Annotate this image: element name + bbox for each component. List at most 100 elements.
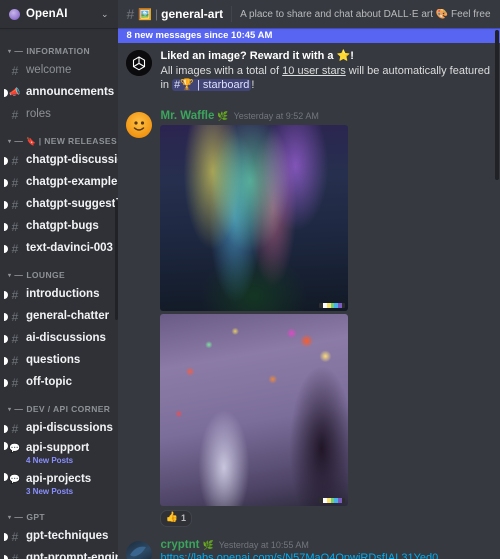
sidebar-item-gpt-techniques[interactable]: # gpt-techniques [4,526,114,547]
channel-text: gpt-prompt-engineering [26,552,118,559]
sidebar-item-general-chatter[interactable]: # general-chatter [4,306,114,327]
sidebar-item-label: general-chatter [26,309,110,322]
channel-header: # 🖼️ | general-art A place to share and … [118,0,500,28]
category-dash: — [14,46,24,56]
hash-thread-icon: # [11,219,19,234]
message-scrollbar[interactable] [495,30,499,180]
sidebar-item-chatgpt-discussions[interactable]: # chatgpt-discussions [4,150,118,171]
sidebar-item-api-discussions[interactable]: # api-discussions [4,418,114,439]
thumbs-up-icon: 👍 [165,512,178,524]
new-posts-badge: 4 New Posts [26,456,74,466]
channel-topic[interactable]: A place to share and chat about DALL·E a… [240,9,492,20]
server-name: OpenAI [26,8,68,20]
channel-name-pipe: | [154,7,159,21]
sidebar-item-text-davinci-003[interactable]: # text-davinci-003 [4,238,114,259]
hash-thread-icon: # [11,153,19,168]
message-header: cryptnt 🌿 Yesterday at 10:55 AM [160,539,492,551]
chevron-down-icon: ▾ [8,406,12,413]
hash-thread-icon: # [11,375,19,390]
category-header-lounge[interactable]: ▾ — LOUNGE [0,260,118,283]
discord-app: OpenAI ⌄ ▾ — INFORMATION # welcome 📣 announcem… [0,0,500,559]
sidebar-item-label: introductions [26,287,100,300]
sidebar-item-announcements[interactable]: 📣 announcements [4,82,114,103]
forum-icon: 💬 [9,443,21,453]
user-stars-link[interactable]: 10 user stars [282,65,346,77]
sidebar-item-label: chatgpt-suggestions [26,197,118,210]
channel-text: welcome [26,64,71,77]
sidebar-item-api-support[interactable]: 💬 api-support 4 New Posts [4,440,114,470]
leaf-badge-icon: 🌿 [217,110,229,121]
channel-text: api-projects 3 New Posts [26,473,91,496]
channel-text: api-support 4 New Posts [26,442,89,465]
cryptnt-avatar[interactable] [126,540,153,559]
chevron-down-icon[interactable]: ⌄ [101,9,111,19]
sidebar-item-off-topic[interactable]: # off-topic [4,372,114,393]
message-list[interactable]: Liked an image? Reward it with a ⭐! All … [118,28,500,559]
category-label: | NEW RELEASES [38,136,118,146]
sidebar-item-gpt-prompt-engineering[interactable]: # gpt-prompt-engineering [4,548,118,559]
sidebar-item-api-projects[interactable]: 💬 api-projects 3 New Posts [4,471,114,501]
category-header-gpt[interactable]: ▾ — GPT [0,502,118,525]
sidebar-item-introductions[interactable]: # introductions [4,284,114,305]
message-body: Liked an image? Reward it with a ⭐! All … [160,48,492,93]
waffle-avatar[interactable] [126,111,153,138]
starboard-channel-mention[interactable]: #🏆 | starboard [172,79,252,92]
channel-title: general-art [161,7,224,21]
reaction-list: 👍 1 [160,509,492,527]
channel-list[interactable]: ▾ — INFORMATION # welcome 📣 announcements # role… [0,28,118,559]
chevron-down-icon: ▾ [8,48,12,55]
message-header: Mr. Waffle 🌿 Yesterday at 9:52 AM [160,110,492,122]
sidebar-item-label: chatgpt-discussions [26,153,118,166]
sidebar-item-questions[interactable]: # questions [4,350,114,371]
sidebar-item-roles[interactable]: # roles [4,104,114,125]
openai-logo-icon [9,8,20,20]
sidebar-item-chatgpt-bugs[interactable]: # chatgpt-bugs [4,216,114,237]
hash-icon: # [11,421,19,436]
bookmark-icon: 🔖 [26,136,37,146]
channel-text: api-discussions [26,422,113,435]
hash-icon: # [11,63,19,78]
category-dash: — [14,136,24,146]
category-dash: — [14,270,24,280]
hash-thread-icon: # [11,175,19,190]
sidebar-item-chatgpt-suggestions[interactable]: # chatgpt-suggestions [4,194,118,215]
category-dash: — [14,512,24,522]
new-posts-badge: 3 New Posts [26,487,74,497]
sidebar-item-chatgpt-examples[interactable]: # chatgpt-examples [4,172,118,193]
channel-text: roles [26,108,51,121]
pinned-line-1: Liked an image? Reward it with a ⭐! [160,49,492,64]
trophy-icon: 🏆 [180,79,194,92]
sidebar-item-label: chatgpt-bugs [26,219,99,232]
reaction-thumbsup[interactable]: 👍 1 [160,509,192,527]
message-timestamp: Yesterday at 9:52 AM [233,110,319,121]
hash-icon: # [11,241,19,256]
message-body: Mr. Waffle 🌿 Yesterday at 9:52 AM 👍 1 [160,110,492,527]
sidebar-item-label: off-topic [26,375,72,388]
message-author[interactable]: Mr. Waffle [160,110,214,122]
megaphone-icon: 📣 [9,87,21,97]
dalle-watermark-icon [319,497,346,503]
chevron-down-icon: ▾ [8,138,12,145]
sidebar-item-label: questions [26,353,81,366]
channel-text: gpt-techniques [26,530,108,543]
message-author[interactable]: cryptnt [160,539,199,551]
image-attachment-2[interactable] [160,313,349,506]
server-header[interactable]: OpenAI ⌄ [0,0,118,28]
sidebar-item-label: welcome [26,63,72,76]
category-header-dev-api-corner[interactable]: ▾ — DEV / API CORNER [0,394,118,417]
image-attachment-1[interactable] [160,124,349,311]
category-label: DEV / API CORNER [26,404,111,414]
hash-icon: # [11,197,19,212]
star-icon: ⭐ [336,50,351,62]
openai-avatar[interactable] [126,50,153,76]
channel-text: questions [26,354,80,367]
category-header-new-releases[interactable]: ▾ — 🔖 | NEW RELEASES [0,126,118,149]
message-body: cryptnt 🌿 Yesterday at 10:55 AM https://… [160,539,492,559]
sidebar-item-label: ai-discussions [26,331,106,344]
new-messages-divider[interactable]: 8 new messages since 10:45 AM [118,28,500,43]
sidebar-item-ai-discussions[interactable]: # ai-discussions [4,328,114,349]
category-header-information[interactable]: ▾ — INFORMATION [0,36,118,59]
sidebar-item-welcome[interactable]: # welcome [4,60,114,81]
message-link[interactable]: https://labs.openai.com/s/N57MaQ4OpwiRDs… [160,552,438,559]
message-openai: Liked an image? Reward it with a ⭐! All … [118,43,500,93]
